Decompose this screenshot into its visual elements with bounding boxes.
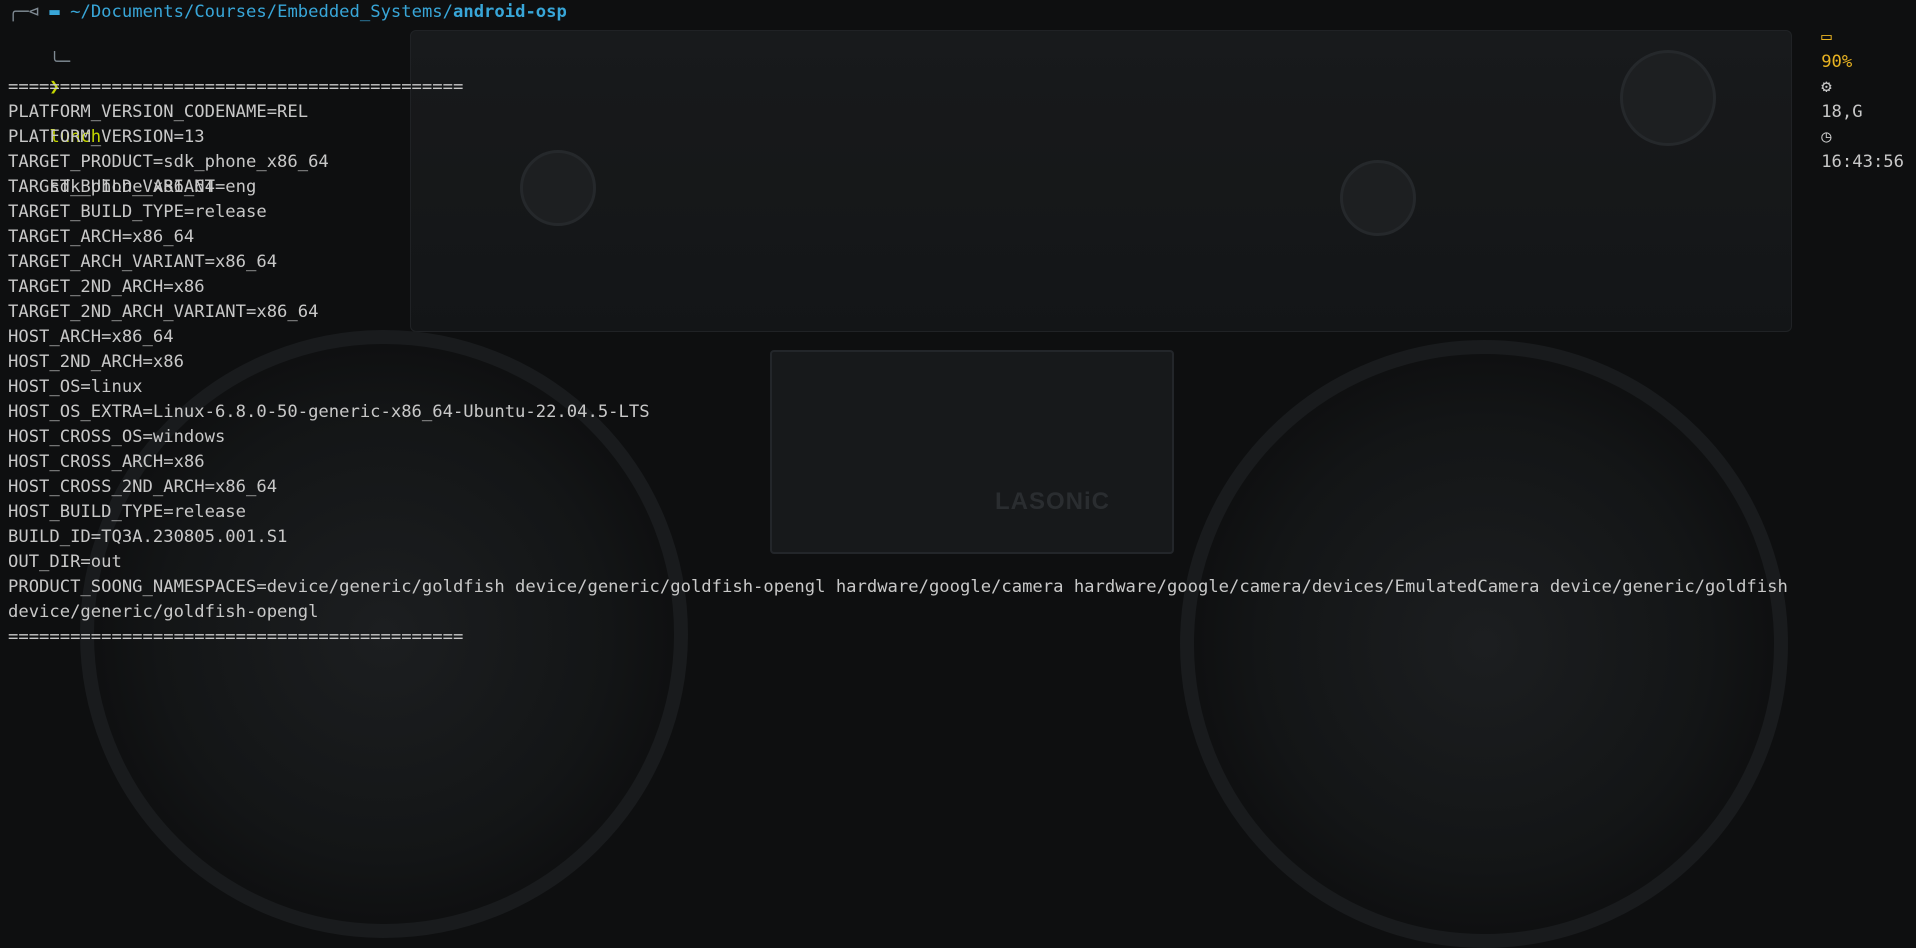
- output-line: TARGET_BUILD_TYPE=release: [8, 202, 267, 222]
- output-line: PLATFORM_VERSION=13: [8, 127, 205, 147]
- output-line: HOST_OS=linux: [8, 377, 143, 397]
- output-line: PLATFORM_VERSION_CODENAME=REL: [8, 102, 309, 122]
- git-icon: ⊲: [28, 2, 40, 22]
- output-line: ========================================…: [8, 77, 464, 97]
- command-output: ========================================…: [8, 50, 1908, 650]
- output-line: device/generic/goldfish-opengl: [8, 602, 319, 622]
- output-line: ========================================…: [8, 627, 464, 647]
- output-line: BUILD_ID=TQ3A.230805.001.S1: [8, 527, 288, 547]
- output-line: HOST_BUILD_TYPE=release: [8, 502, 246, 522]
- output-line: TARGET_ARCH=x86_64: [8, 227, 195, 247]
- output-line: HOST_OS_EXTRA=Linux-6.8.0-50-generic-x86…: [8, 402, 650, 422]
- output-line: TARGET_2ND_ARCH_VARIANT=x86_64: [8, 302, 319, 322]
- prompt-current-dir: android-osp: [453, 2, 567, 22]
- output-line: HOST_CROSS_ARCH=x86: [8, 452, 205, 472]
- output-line: TARGET_2ND_ARCH=x86: [8, 277, 205, 297]
- prompt-corner-top: ╭─: [8, 2, 29, 22]
- output-line: TARGET_BUILD_VARIANT=eng: [8, 177, 257, 197]
- output-line: HOST_CROSS_OS=windows: [8, 427, 226, 447]
- output-line: OUT_DIR=out: [8, 552, 122, 572]
- output-line: TARGET_PRODUCT=sdk_phone_x86_64: [8, 152, 329, 172]
- output-line: HOST_2ND_ARCH=x86: [8, 352, 184, 372]
- prompt-line-command[interactable]: ╰─ ❯ lunch sdk_phone_x86_64: [8, 25, 1908, 197]
- terminal-window[interactable]: ╭─ ⊲ ▬ ~/Documents/Courses/Embedded_Syst…: [8, 0, 1908, 650]
- output-line: PRODUCT_SOONG_NAMESPACES=device/generic/…: [8, 577, 1788, 597]
- folder-icon: ▬: [49, 2, 60, 22]
- prompt-line-top: ╭─ ⊲ ▬ ~/Documents/Courses/Embedded_Syst…: [8, 0, 1908, 25]
- output-line: HOST_ARCH=x86_64: [8, 327, 174, 347]
- prompt-path: ~/Documents/Courses/Embedded_Systems/: [70, 2, 454, 22]
- prompt-corner-bottom: ╰─: [49, 52, 71, 72]
- output-line: HOST_CROSS_2ND_ARCH=x86_64: [8, 477, 278, 497]
- output-line: TARGET_ARCH_VARIANT=x86_64: [8, 252, 278, 272]
